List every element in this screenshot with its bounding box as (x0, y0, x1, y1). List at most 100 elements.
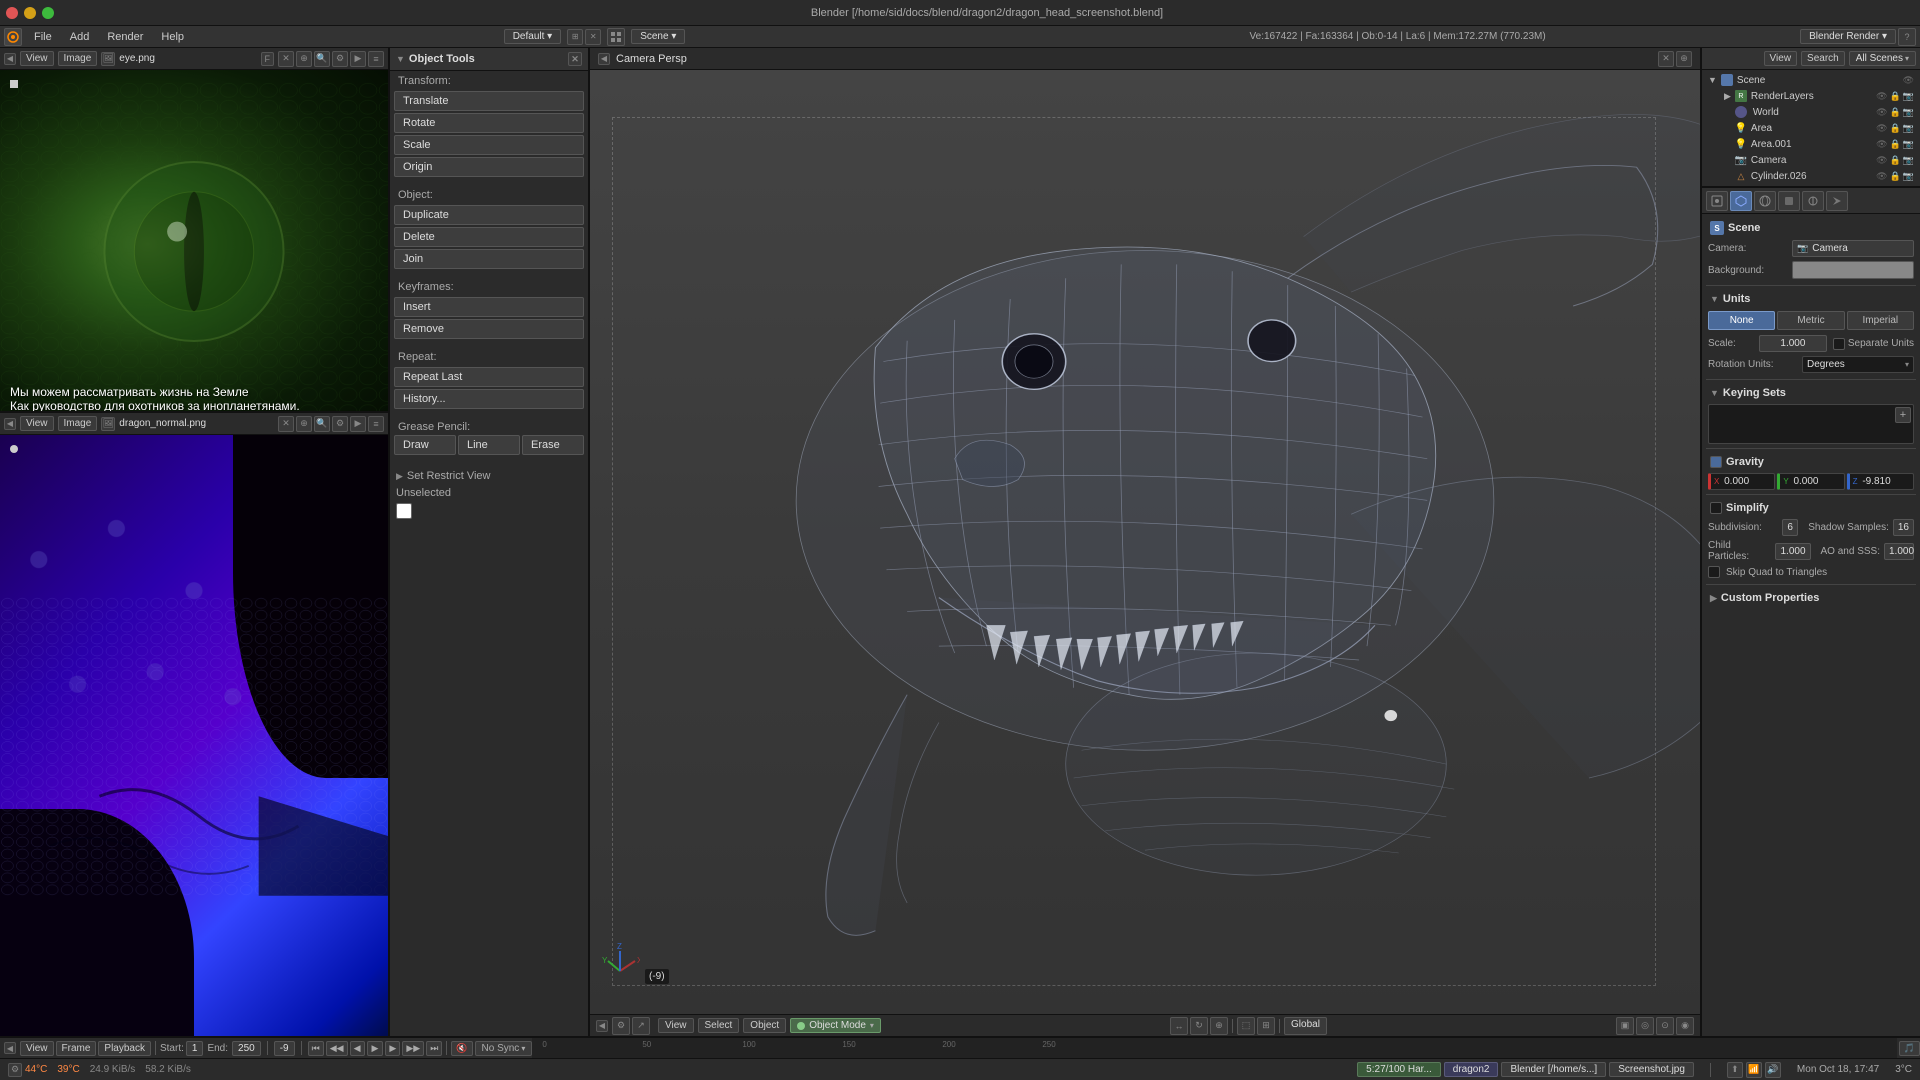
tray-icon2[interactable]: 📶 (1746, 1062, 1762, 1078)
duplicate-btn[interactable]: Duplicate (394, 205, 584, 225)
tool-solid[interactable]: ⬚ (1237, 1017, 1255, 1035)
mv-ctrl2[interactable]: ⊕ (1676, 51, 1692, 67)
jump-end-btn[interactable]: ⏭ (426, 1041, 442, 1056)
shadow-samples-value[interactable]: 16 (1893, 519, 1914, 536)
gravity-checkbox[interactable] (1710, 456, 1722, 468)
scene-dropdown[interactable]: Scene ▾ (631, 29, 685, 44)
remove-btn[interactable]: Remove (394, 319, 584, 339)
rotate-btn[interactable]: Rotate (394, 113, 584, 133)
scene-task[interactable]: dragon2 (1444, 1062, 1499, 1077)
bottom-viewport-menu[interactable]: ◀ (4, 418, 16, 430)
skip-quad-checkbox[interactable] (1708, 566, 1720, 578)
layout-icon2[interactable]: ✕ (585, 29, 601, 45)
b-ctrl4[interactable]: ⚙ (332, 416, 348, 432)
play-btn[interactable]: ▶ (367, 1041, 384, 1056)
w-icon3[interactable]: 📷 (1903, 107, 1914, 118)
unselected-color[interactable] (396, 503, 412, 519)
vbb-view-btn[interactable]: View (658, 1018, 694, 1033)
view-btn-bottom[interactable]: View (20, 416, 54, 431)
cyl-icon1[interactable]: 👁 (1876, 171, 1887, 182)
delete-btn[interactable]: Delete (394, 227, 584, 247)
outliner-scene[interactable]: ▼ Scene 👁 (1704, 72, 1918, 88)
cyl-icon2[interactable]: 🔒 (1890, 171, 1901, 182)
metric-btn[interactable]: Metric (1777, 311, 1844, 330)
erase-btn[interactable]: Erase (522, 435, 584, 455)
constraint-tab-icon[interactable] (1802, 191, 1824, 211)
outliner-cylinder[interactable]: ▶ △ Cylinder.026 👁 🔒 📷 (1704, 168, 1918, 184)
scale-btn[interactable]: Scale (394, 135, 584, 155)
vbb-icon1[interactable]: ⚙ (612, 1017, 630, 1035)
simplify-checkbox[interactable] (1710, 502, 1722, 514)
modifier-tab-icon[interactable] (1826, 191, 1848, 211)
outliner-area001[interactable]: ▶ 💡 Area.001 👁 🔒 📷 (1704, 136, 1918, 152)
viewport-menu-icon[interactable]: ◀ (4, 53, 16, 65)
b-ctrl3[interactable]: 🔍 (314, 416, 330, 432)
next-keyframe-btn[interactable]: ▶ (385, 1041, 400, 1056)
b-ctrl2[interactable]: ⊕ (296, 416, 312, 432)
info-icon[interactable]: ? (1898, 28, 1916, 46)
render-mode-icon[interactable]: ▣ (1616, 1017, 1634, 1035)
vbb-select-btn[interactable]: Select (698, 1018, 740, 1033)
tool-rotate[interactable]: ↻ (1190, 1017, 1208, 1035)
draw-btn[interactable]: Draw (394, 435, 456, 455)
a001-icon2[interactable]: 🔒 (1890, 139, 1901, 150)
cam-icon1[interactable]: 👁 (1876, 155, 1887, 166)
menu-help[interactable]: Help (153, 29, 192, 45)
object-mode-btn[interactable]: Object Mode ▾ (790, 1018, 881, 1033)
object-tab-icon[interactable] (1778, 191, 1800, 211)
overlay-icon[interactable]: ◎ (1636, 1017, 1654, 1035)
history-btn[interactable]: History... (394, 389, 584, 409)
b-ctrl5[interactable]: ▶ (350, 416, 366, 432)
view-btn-top[interactable]: View (20, 51, 54, 66)
tray-icon3[interactable]: 🔊 (1765, 1062, 1781, 1078)
keying-sets-header[interactable]: ▼ Keying Sets (1708, 384, 1914, 402)
timeline-menu[interactable]: ◀ (4, 1042, 16, 1054)
a-icon2[interactable]: 🔒 (1890, 123, 1901, 134)
separate-units-checkbox[interactable] (1833, 338, 1845, 350)
subdivision-value[interactable]: 6 (1782, 519, 1798, 536)
repeat-last-btn[interactable]: Repeat Last (394, 367, 584, 387)
camera-selector[interactable]: 📷 Camera (1792, 240, 1914, 257)
f-btn[interactable]: F (261, 52, 275, 66)
image-btn-top[interactable]: Image (58, 51, 98, 66)
cyl-icon3[interactable]: 📷 (1903, 171, 1914, 182)
timeline-playback-btn[interactable]: Playback (98, 1041, 151, 1056)
cam-icon2[interactable]: 🔒 (1890, 155, 1901, 166)
w-icon1[interactable]: 👁 (1876, 107, 1887, 118)
simplify-header[interactable]: Simplify (1708, 499, 1914, 517)
a001-icon1[interactable]: 👁 (1876, 139, 1887, 150)
image-btn-bottom[interactable]: Image (58, 416, 98, 431)
tool-scale[interactable]: ⊕ (1210, 1017, 1228, 1035)
audio-icon[interactable]: 🔇 (451, 1041, 472, 1056)
insert-btn[interactable]: Insert (394, 297, 584, 317)
particles-task[interactable]: 5:27/100 Har... (1357, 1062, 1441, 1077)
custom-properties-header[interactable]: ▶ Custom Properties (1708, 589, 1914, 607)
jump-start-btn[interactable]: ⏮ (308, 1041, 324, 1056)
search-header-btn[interactable]: Search (1801, 51, 1845, 66)
vbb-icon2[interactable]: ↗ (632, 1017, 650, 1035)
ao-sss-value[interactable]: 1.000 (1884, 543, 1914, 560)
prev-keyframe-btn[interactable]: ◀ (350, 1041, 365, 1056)
imperial-btn[interactable]: Imperial (1847, 311, 1914, 330)
engine-dropdown[interactable]: Blender Render ▾ (1800, 29, 1896, 44)
gravity-header[interactable]: Gravity (1708, 453, 1914, 471)
ctrl1[interactable]: ✕ (278, 51, 294, 67)
units-section-header[interactable]: ▼ Units (1708, 290, 1914, 308)
close-btn[interactable] (6, 7, 18, 19)
outliner-renderlayers[interactable]: ▶ R RenderLayers 👁 🔒 📷 (1704, 88, 1918, 104)
a-icon1[interactable]: 👁 (1876, 123, 1887, 134)
set-restrict-view[interactable]: ▶ Set Restrict View (390, 467, 588, 485)
b-ctrl1[interactable]: ✕ (278, 416, 294, 432)
a001-icon3[interactable]: 📷 (1903, 139, 1914, 150)
global-btn[interactable]: Global (1284, 1017, 1327, 1035)
all-scenes-dropdown[interactable]: All Scenes ▾ (1849, 51, 1916, 66)
blender-task[interactable]: Blender [/home/s...] (1501, 1062, 1606, 1077)
ctrl4[interactable]: ⚙ (332, 51, 348, 67)
ctrl6[interactable]: ≡ (368, 51, 384, 67)
rl-icon2[interactable]: 🔒 (1890, 91, 1901, 102)
ctrl3[interactable]: 🔍 (314, 51, 330, 67)
menu-add[interactable]: Add (62, 29, 98, 45)
screenshot-task[interactable]: Screenshot.jpg (1609, 1062, 1694, 1077)
w-icon2[interactable]: 🔒 (1890, 107, 1901, 118)
line-btn[interactable]: Line (458, 435, 520, 455)
